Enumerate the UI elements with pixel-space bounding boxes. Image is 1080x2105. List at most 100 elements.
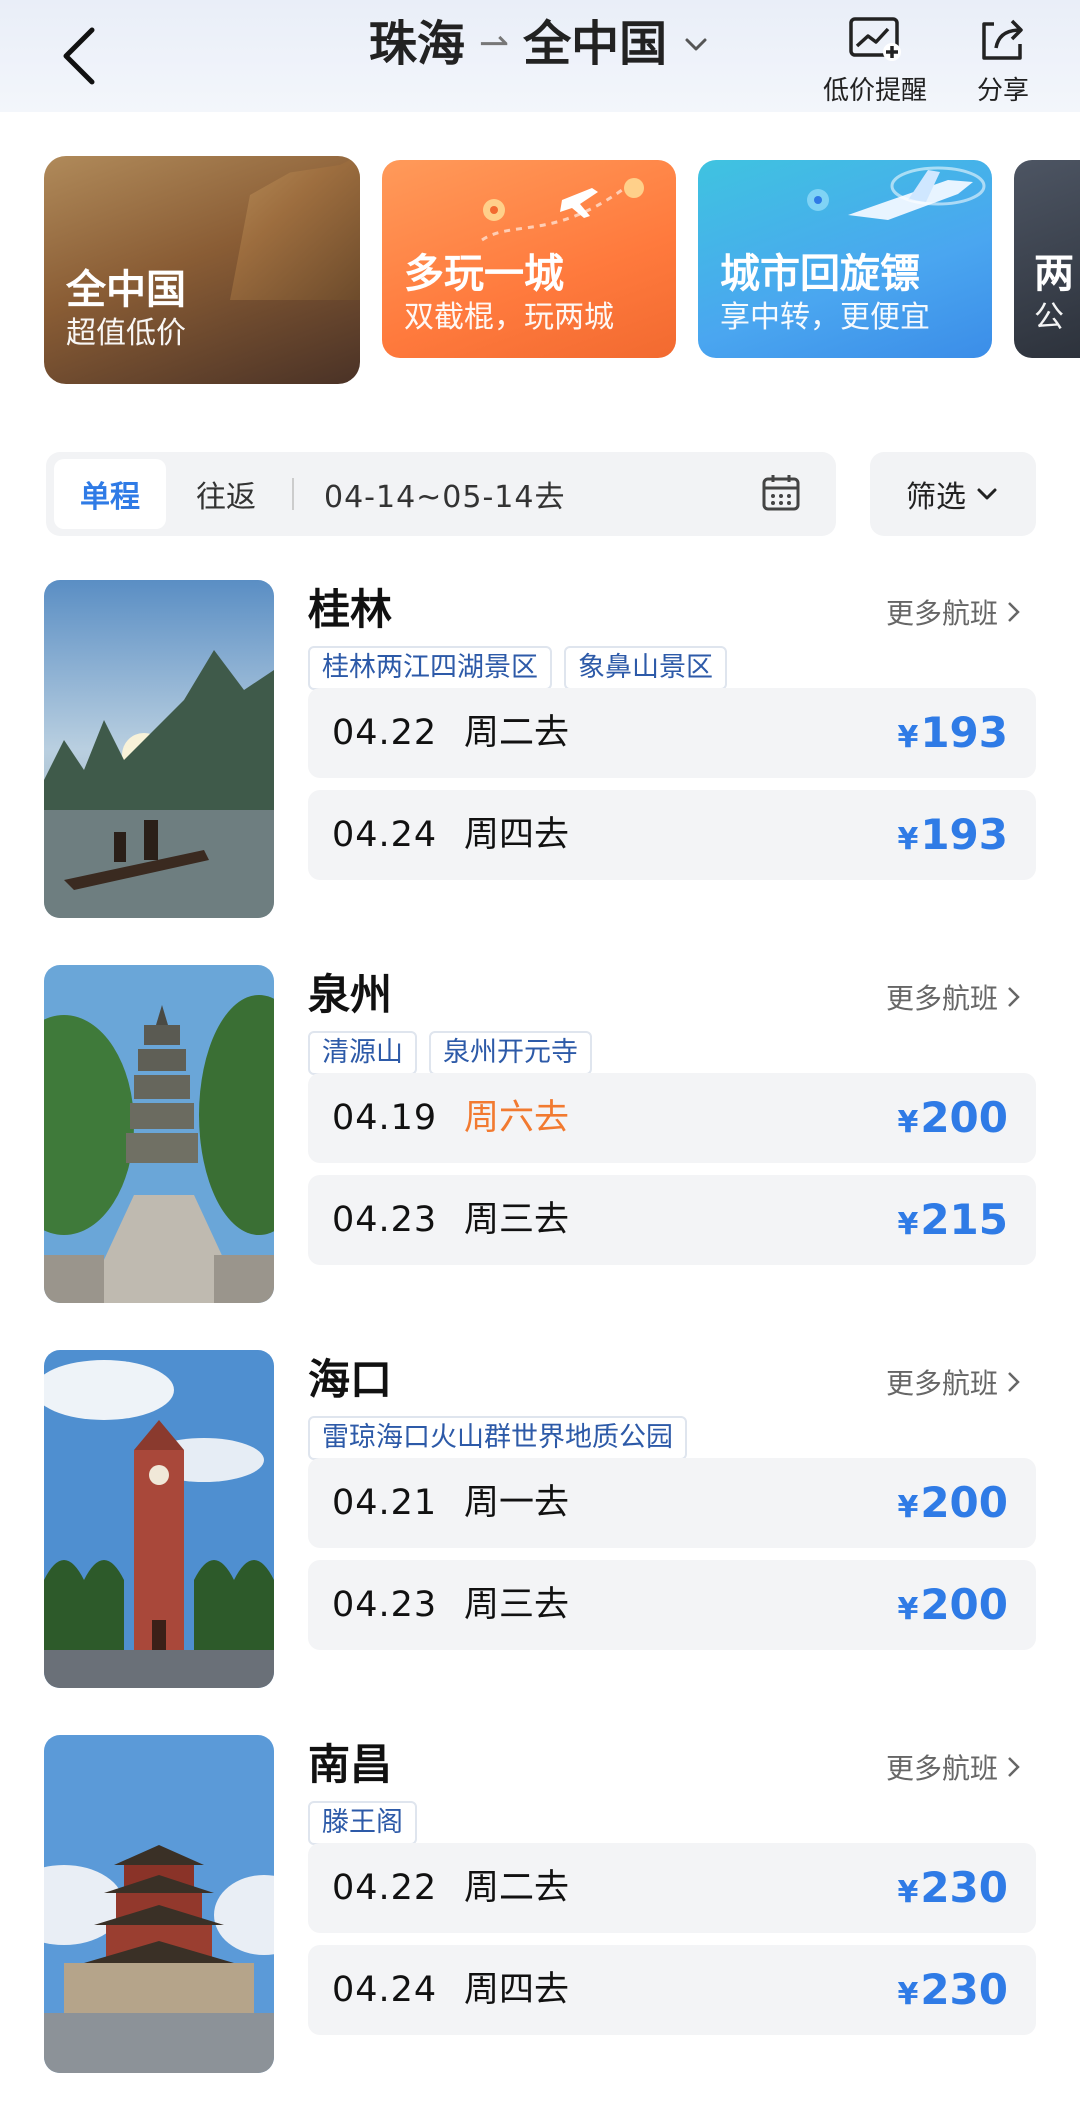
- promo-subtitle: 公: [1034, 300, 1064, 335]
- attraction-tag: 泉州开元寺: [429, 1031, 592, 1075]
- promo-card-extra-city[interactable]: 多玩一城 双截棍，玩两城: [382, 160, 676, 358]
- promo-subtitle: 享中转，更便宜: [720, 300, 930, 335]
- flight-date: 04.22: [332, 713, 438, 753]
- airplane-icon: [807, 166, 986, 220]
- flight-option-row[interactable]: 04.23 周三去 ¥215: [308, 1175, 1036, 1265]
- destination-card[interactable]: 泉州 更多航班 清源山 泉州开元寺 04.19 周六去 ¥200 04.23 周…: [0, 965, 1080, 1310]
- tab-round-trip[interactable]: 往返: [176, 459, 276, 529]
- tab-one-way[interactable]: 单程: [54, 459, 166, 529]
- flight-date: 04.24: [332, 1970, 438, 2010]
- destination-city-name: 海口: [308, 1355, 393, 1404]
- more-flights-label: 更多航班: [885, 982, 998, 1015]
- flight-option-row[interactable]: 04.19 周六去 ¥200: [308, 1073, 1036, 1163]
- attraction-tags: 滕王阁: [308, 1801, 417, 1845]
- promo-title: 多玩一城: [404, 251, 564, 297]
- destination-city: 全中国: [523, 16, 668, 72]
- promo-title: 两: [1034, 251, 1074, 297]
- destination-photo: [44, 1350, 274, 1688]
- attraction-tag: 桂林两江四湖景区: [308, 646, 552, 690]
- flight-option-row[interactable]: 04.22 周二去 ¥230: [308, 1843, 1036, 1933]
- chevron-right-icon: [1008, 602, 1020, 622]
- destination-city-name: 桂林: [308, 585, 393, 634]
- flight-price: ¥193: [897, 708, 1008, 757]
- flight-price: ¥200: [897, 1580, 1008, 1629]
- flight-price: ¥230: [897, 1965, 1008, 2014]
- airplane-pin-icon: [481, 178, 644, 242]
- attraction-tag: 象鼻山景区: [564, 646, 727, 690]
- attraction-tag: 雷琼海口火山群世界地质公园: [308, 1416, 687, 1460]
- promo-card-partial[interactable]: 两 公: [1014, 160, 1080, 358]
- flight-option-row[interactable]: 04.22 周二去 ¥193: [308, 688, 1036, 778]
- chevron-right-icon: [1008, 1372, 1020, 1392]
- filter-label: 筛选: [906, 480, 966, 515]
- flight-date: 04.24: [332, 815, 438, 855]
- flight-date: 04.22: [332, 1868, 438, 1908]
- destination-card[interactable]: 南昌 更多航班 滕王阁 04.22 周二去 ¥230 04.24 周四去 ¥23…: [0, 1735, 1080, 2080]
- calendar-icon[interactable]: [760, 472, 802, 514]
- flight-price: ¥230: [897, 1863, 1008, 1912]
- destination-city-name: 泉州: [308, 970, 393, 1019]
- price-alert-button[interactable]: 低价提醒: [815, 14, 935, 107]
- flight-weekday: 周一去: [464, 1483, 570, 1523]
- flight-date: 04.23: [332, 1200, 438, 1240]
- top-nav-bar: 珠海 ⇀ 全中国 低价提醒 分享: [0, 0, 1080, 112]
- flight-weekday: 周四去: [464, 1970, 570, 2010]
- flight-price: ¥193: [897, 810, 1008, 859]
- flight-option-row[interactable]: 04.24 周四去 ¥230: [308, 1945, 1036, 2035]
- flight-weekday-weekend: 周六去: [464, 1098, 570, 1138]
- more-flights-label: 更多航班: [885, 597, 998, 630]
- price-alert-label: 低价提醒: [822, 76, 927, 106]
- more-flights-link[interactable]: 更多航班: [886, 1362, 1024, 1402]
- more-flights-label: 更多航班: [885, 1752, 998, 1785]
- share-label: 分享: [976, 76, 1029, 106]
- destination-city-name: 南昌: [308, 1740, 393, 1789]
- route-arrow: ⇀: [478, 23, 510, 64]
- flight-price: ¥200: [897, 1093, 1008, 1142]
- flight-price: ¥215: [897, 1195, 1008, 1244]
- attraction-tags: 清源山 泉州开元寺: [308, 1031, 592, 1075]
- chevron-right-icon: [1008, 987, 1020, 1007]
- more-flights-link[interactable]: 更多航班: [886, 1747, 1024, 1787]
- destination-card[interactable]: 桂林 更多航班 桂林两江四湖景区 象鼻山景区 04.22 周二去 ¥193 04…: [0, 580, 1080, 925]
- destination-photo: [44, 1735, 274, 2073]
- destination-photo: [44, 580, 274, 918]
- promo-card-all-china[interactable]: 全中国 超值低价: [44, 156, 360, 384]
- promo-title: 全中国: [66, 267, 186, 313]
- origin-city: 珠海: [368, 16, 465, 72]
- destination-card[interactable]: 海口 更多航班 雷琼海口火山群世界地质公园 04.21 周一去 ¥200 04.…: [0, 1350, 1080, 1695]
- attraction-tag: 滕王阁: [308, 1801, 417, 1845]
- more-flights-label: 更多航班: [885, 1367, 998, 1400]
- more-flights-link[interactable]: 更多航班: [886, 592, 1024, 632]
- share-icon: [982, 19, 1023, 60]
- trip-filter-bar: 单程 往返 04-14~05-14去: [46, 452, 836, 536]
- chart-alert-icon: [849, 17, 901, 61]
- divider: [292, 478, 294, 510]
- flight-option-row[interactable]: 04.24 周四去 ¥193: [308, 790, 1036, 880]
- promo-card-boomerang[interactable]: 城市回旋镖 享中转，更便宜: [698, 160, 992, 358]
- filter-button[interactable]: 筛选: [870, 452, 1036, 536]
- chevron-down-icon: [685, 38, 707, 51]
- promo-title: 城市回旋镖: [720, 251, 920, 297]
- attraction-tags: 桂林两江四湖景区 象鼻山景区: [308, 646, 727, 690]
- flight-weekday: 周三去: [464, 1200, 570, 1240]
- flight-weekday: 周四去: [464, 815, 570, 855]
- more-flights-link[interactable]: 更多航班: [886, 977, 1024, 1017]
- chevron-right-icon: [1008, 1757, 1020, 1777]
- date-range-field[interactable]: 04-14~05-14去: [324, 459, 565, 529]
- flight-weekday: 周三去: [464, 1585, 570, 1625]
- flight-option-row[interactable]: 04.23 周三去 ¥200: [308, 1560, 1036, 1650]
- flight-price: ¥200: [897, 1478, 1008, 1527]
- share-button[interactable]: 分享: [943, 14, 1063, 107]
- flight-date: 04.21: [332, 1483, 438, 1523]
- attraction-tag: 清源山: [308, 1031, 417, 1075]
- destination-photo: [44, 965, 274, 1303]
- flight-date: 04.23: [332, 1585, 438, 1625]
- flight-option-row[interactable]: 04.21 周一去 ¥200: [308, 1458, 1036, 1548]
- flight-weekday: 周二去: [464, 713, 570, 753]
- flight-weekday: 周二去: [464, 1868, 570, 1908]
- promo-carousel[interactable]: 全中国 超值低价 多玩一城 双截棍，玩两城 城市回旋镖 享中转，更便宜 两 公: [0, 140, 1080, 390]
- promo-subtitle: 超值低价: [66, 316, 186, 351]
- attraction-tags: 雷琼海口火山群世界地质公园: [308, 1416, 687, 1460]
- flight-date: 04.19: [332, 1098, 438, 1138]
- promo-subtitle: 双截棍，玩两城: [404, 300, 614, 335]
